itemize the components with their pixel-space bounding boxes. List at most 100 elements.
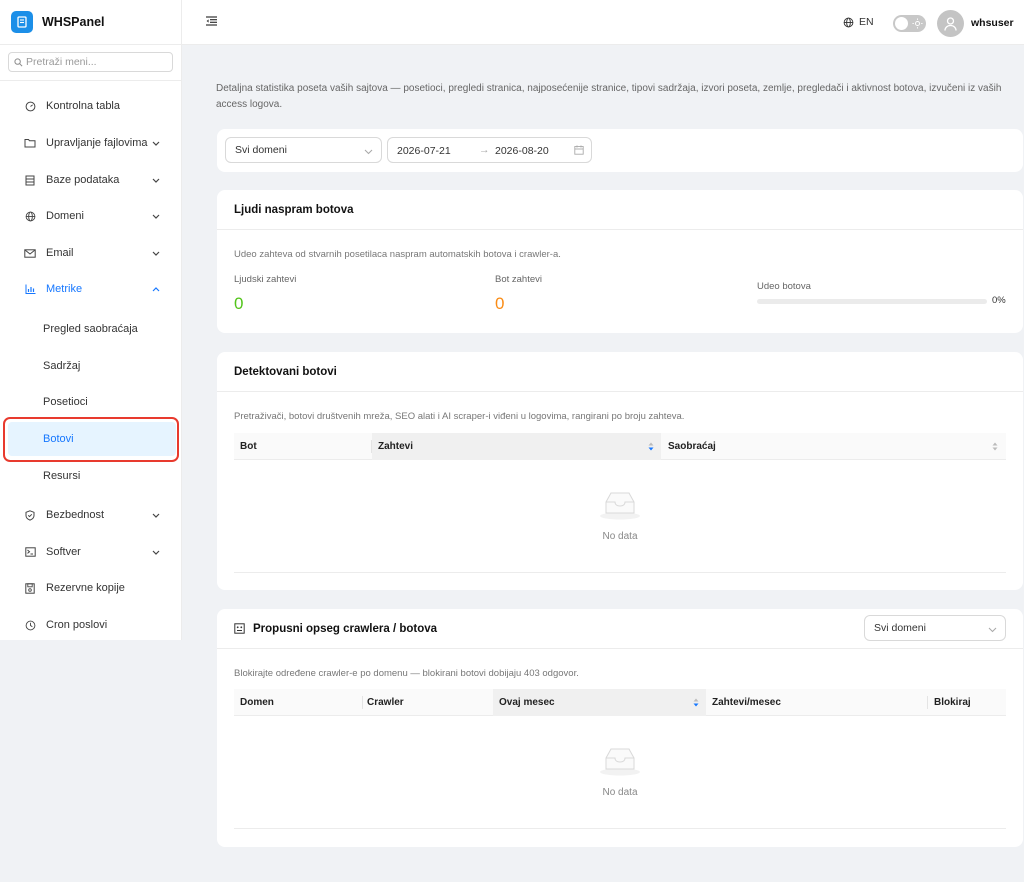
divider <box>0 80 181 81</box>
column-header-this-month[interactable]: Ovaj mesec <box>493 689 706 716</box>
card-title: Ljudi naspram botova <box>217 190 1023 230</box>
filter-bar: Svi domeni 2026-07-21 → 2026-08-20 <box>217 129 1023 172</box>
terminal-icon <box>24 546 36 558</box>
sidebar-item-label: Bezbednost <box>46 509 105 521</box>
sidebar-item-label: Upravljanje fajlovima <box>46 137 148 149</box>
sun-icon <box>912 18 923 32</box>
column-header-domain: Domen <box>240 697 274 708</box>
bot-share-label: Udeo botova <box>757 281 811 292</box>
chevron-down-icon <box>151 175 161 185</box>
date-to[interactable]: 2026-08-20 <box>495 145 549 157</box>
top-header: EN whsuser <box>182 0 1024 45</box>
sidebar-sub-resources[interactable]: Resursi <box>8 459 176 493</box>
brand[interactable]: WHSPanel <box>0 0 181 45</box>
humans-vs-bots-card: Ljudi naspram botova Udeo zahteva od stv… <box>217 190 1023 333</box>
chevron-down-icon <box>151 248 161 258</box>
column-header-requests[interactable]: Zahtevi <box>372 433 661 460</box>
sort-icon[interactable] <box>648 442 654 454</box>
selection-highlight <box>3 417 179 462</box>
menu-collapse-icon[interactable] <box>206 16 217 29</box>
domain-select-value: Svi domeni <box>874 622 926 634</box>
table-header: Domen Crawler Ovaj mesec Zahtevi/mesec B… <box>234 689 1006 716</box>
sort-icon[interactable] <box>992 442 998 454</box>
card-title-text: Propusni opseg crawlera / botova <box>253 622 438 635</box>
date-from[interactable]: 2026-07-21 <box>397 145 451 157</box>
card-description: Pretraživači, botovi društvenih mreža, S… <box>234 411 685 422</box>
column-label: Zahtevi <box>378 441 414 452</box>
sidebar-item-label: Baze podataka <box>46 174 120 186</box>
sidebar-item-dashboard[interactable]: Kontrolna tabla <box>0 88 181 124</box>
empty-state-text: No data <box>602 531 638 542</box>
folder-icon <box>24 137 36 149</box>
column-header-traffic[interactable]: Saobraćaj <box>662 433 1006 460</box>
sidebar-item-email[interactable]: Email <box>0 235 181 271</box>
sidebar-item-cron[interactable]: Cron poslovi <box>0 607 181 643</box>
sidebar-item-security[interactable]: Bezbednost <box>0 497 181 533</box>
crawler-table: Domen Crawler Ovaj mesec Zahtevi/mesec B… <box>234 689 1006 829</box>
column-label: Saobraćaj <box>668 441 716 452</box>
table-header: Bot Zahtevi Saobraćaj <box>234 433 1006 460</box>
column-header-block: Blokiraj <box>934 697 971 708</box>
empty-state-text: No data <box>602 787 638 798</box>
user-icon <box>944 16 957 31</box>
page-description: Detaljna statistika poseta vaših sajtova… <box>216 83 1002 110</box>
sidebar-item-domains[interactable]: Domeni <box>0 198 181 234</box>
detected-bots-card: Detektovani botovi Pretraživači, botovi … <box>217 352 1023 590</box>
sidebar-item-files[interactable]: Upravljanje fajlovima <box>0 125 181 161</box>
empty-inbox-icon <box>598 746 642 779</box>
sidebar-item-label: Rezervne kopije <box>46 582 125 594</box>
chevron-down-icon <box>151 138 161 148</box>
language-label: EN <box>859 16 874 28</box>
chart-icon <box>24 283 36 295</box>
sidebar-sub-content[interactable]: Sadržaj <box>8 349 176 383</box>
theme-toggle[interactable] <box>893 15 926 32</box>
globe-icon <box>24 210 36 222</box>
sidebar-item-databases[interactable]: Baze podataka <box>0 162 181 198</box>
column-header-requests-month: Zahtevi/mesec <box>712 697 781 708</box>
save-icon <box>24 582 36 594</box>
column-header-bot: Bot <box>240 441 257 452</box>
domain-select-value: Svi domeni <box>235 144 287 156</box>
sort-icon[interactable] <box>693 698 699 710</box>
sidebar-item-software[interactable]: Softver <box>0 534 181 570</box>
toggle-knob <box>895 17 908 30</box>
sidebar-sub-traffic[interactable]: Pregled saobraćaja <box>8 312 176 346</box>
brand-name: WHSPanel <box>42 15 105 29</box>
arrow-right-icon: → <box>479 144 490 156</box>
date-range-picker[interactable]: 2026-07-21 → 2026-08-20 <box>387 137 592 163</box>
column-label: Ovaj mesec <box>499 697 555 708</box>
robot-icon <box>234 623 245 637</box>
language-switcher[interactable]: EN <box>843 16 874 28</box>
crawler-domain-select[interactable]: Svi domeni <box>864 615 1006 641</box>
column-header-crawler: Crawler <box>367 697 404 708</box>
bot-requests-value: 0 <box>495 294 505 313</box>
table-bottom-border <box>234 572 1006 573</box>
shield-icon <box>24 509 36 521</box>
card-description: Blokirajte određene crawler-e po domenu … <box>234 668 579 679</box>
username[interactable]: whsuser <box>971 17 1014 29</box>
search-icon <box>14 57 23 66</box>
bot-share-percent: 0% <box>992 295 1006 306</box>
crawler-bandwidth-card: Propusni opseg crawlera / botova Svi dom… <box>217 609 1023 847</box>
sidebar-item-metrics[interactable]: Metrike <box>0 271 181 307</box>
sidebar-item-label: Metrike <box>46 283 83 295</box>
avatar[interactable] <box>937 10 964 37</box>
table-bottom-border <box>234 828 1006 829</box>
sidebar: WHSPanel Pretraži meni... Kontrolna tabl… <box>0 0 182 640</box>
empty-inbox-icon <box>598 490 642 523</box>
sidebar-item-label: Email <box>46 247 74 259</box>
bot-requests-label: Bot zahtevi <box>495 274 542 285</box>
card-title: Propusni opseg crawlera / botova Svi dom… <box>217 609 1023 649</box>
sidebar-item-backups[interactable]: Rezervne kopije <box>0 570 181 606</box>
domain-select[interactable]: Svi domeni <box>225 137 382 163</box>
card-title: Detektovani botovi <box>217 352 1023 392</box>
sidebar-sub-visitors[interactable]: Posetioci <box>8 385 176 419</box>
human-requests-value: 0 <box>234 294 244 313</box>
clock-icon <box>24 619 36 631</box>
human-requests-label: Ljudski zahtevi <box>234 274 297 285</box>
card-description: Udeo zahteva od stvarnih posetilaca nasp… <box>234 249 561 260</box>
sidebar-item-label: Kontrolna tabla <box>46 100 120 112</box>
logo-icon <box>11 11 33 33</box>
chevron-down-icon <box>151 547 161 557</box>
menu-search-input[interactable]: Pretraži meni... <box>8 52 173 72</box>
